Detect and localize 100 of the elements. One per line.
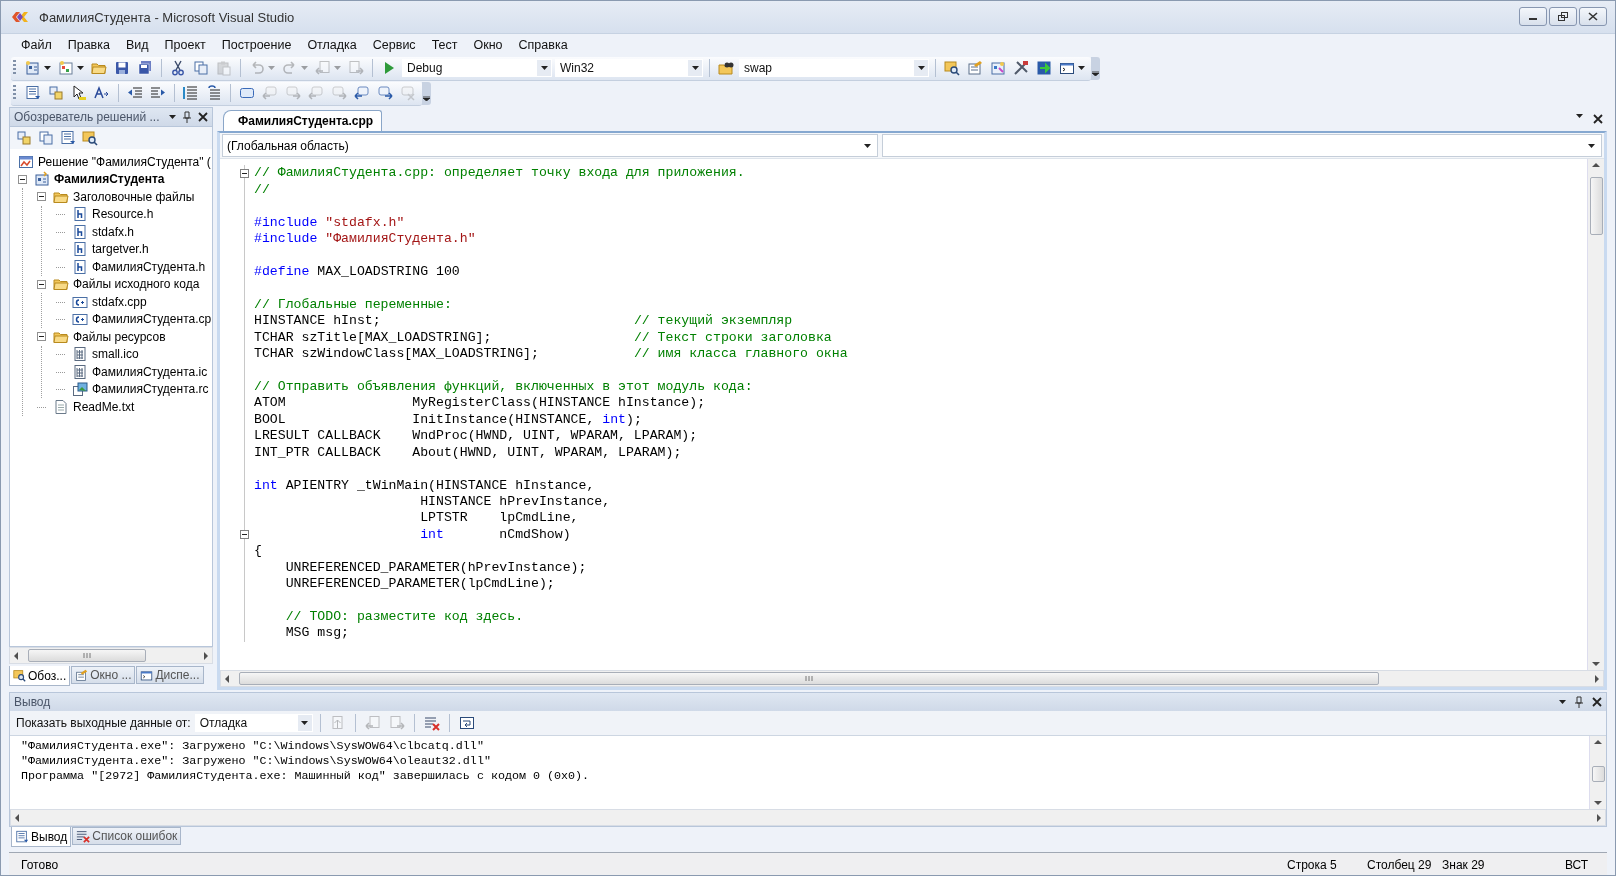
pane-tab[interactable]: Вывод bbox=[11, 827, 72, 847]
overflow-icon bbox=[1092, 71, 1099, 76]
dropdown-arrow-icon[interactable] bbox=[1576, 114, 1583, 118]
cut-icon[interactable] bbox=[170, 60, 186, 76]
add-item-icon[interactable] bbox=[58, 60, 74, 76]
pane-tab[interactable]: Окно ... bbox=[71, 666, 136, 684]
previous-bookmark-icon[interactable] bbox=[354, 85, 370, 101]
horizontal-scrollbar[interactable] bbox=[10, 809, 1606, 826]
pointer-icon[interactable] bbox=[71, 85, 87, 101]
word-wrap-icon[interactable] bbox=[458, 715, 475, 731]
menu-item[interactable]: Вид bbox=[117, 36, 157, 54]
menu-item[interactable]: Окно bbox=[465, 36, 511, 54]
tree-item[interactable]: Заголовочные файлы bbox=[72, 189, 196, 204]
menu-item[interactable]: Справка bbox=[510, 36, 576, 54]
caret-icon bbox=[301, 721, 309, 725]
tree-item[interactable]: Файлы ресурсов bbox=[72, 329, 167, 344]
tree-item[interactable]: small.ico bbox=[91, 347, 140, 362]
pin-icon[interactable] bbox=[182, 111, 192, 123]
tree-item[interactable]: ReadMe.txt bbox=[72, 399, 136, 414]
collapse-icon[interactable] bbox=[18, 174, 27, 184]
close-icon[interactable] bbox=[1593, 114, 1603, 124]
minimize-button[interactable] bbox=[1519, 7, 1547, 26]
code-line: ATOM MyRegisterClass(HINSTANCE hInstance); bbox=[254, 395, 706, 412]
tree-item[interactable]: Resource.h bbox=[91, 207, 155, 222]
pane-tab[interactable]: Диспе... bbox=[136, 666, 204, 684]
class-view-icon[interactable] bbox=[82, 130, 98, 146]
error-list-icon bbox=[76, 829, 91, 843]
bookmark-icon[interactable] bbox=[239, 85, 255, 101]
tree-item[interactable]: ФамилияСтудента.ic bbox=[91, 364, 209, 379]
new-project-icon[interactable] bbox=[25, 60, 41, 76]
close-icon[interactable] bbox=[1592, 697, 1602, 707]
save-all-icon[interactable] bbox=[137, 60, 153, 76]
vertical-scrollbar[interactable] bbox=[1587, 159, 1604, 670]
copy-icon[interactable] bbox=[193, 60, 209, 76]
scroll-thumb[interactable] bbox=[28, 649, 146, 662]
list-members-icon[interactable] bbox=[25, 85, 41, 101]
scope-dropdown[interactable]: (Глобальная область) bbox=[222, 134, 878, 157]
tools-icon[interactable] bbox=[1013, 60, 1029, 76]
font-size-icon[interactable] bbox=[94, 85, 110, 101]
dropdown-arrow-icon[interactable] bbox=[1559, 700, 1566, 704]
comment-icon[interactable] bbox=[183, 85, 199, 101]
search-icon[interactable] bbox=[944, 60, 960, 76]
close-icon[interactable] bbox=[198, 112, 208, 122]
collapse-icon[interactable] bbox=[240, 168, 249, 178]
menu-item[interactable]: Проект bbox=[156, 36, 214, 54]
toolbar-overflow-button[interactable] bbox=[1091, 57, 1100, 80]
collapse-icon[interactable] bbox=[37, 192, 46, 202]
collapse-icon[interactable] bbox=[240, 530, 249, 540]
clear-all-icon[interactable] bbox=[423, 715, 440, 731]
files-icon[interactable] bbox=[16, 130, 32, 146]
pane-tab[interactable]: Обоз... bbox=[9, 666, 71, 686]
find-in-files-icon[interactable] bbox=[718, 60, 734, 76]
next-bookmark-icon[interactable] bbox=[377, 85, 393, 101]
dropdown-arrow-icon[interactable] bbox=[1078, 66, 1085, 70]
dropdown-field[interactable]: Win32 bbox=[555, 59, 703, 77]
output-source-dropdown[interactable]: Отладка bbox=[194, 714, 313, 732]
scroll-thumb[interactable] bbox=[1589, 177, 1603, 235]
dropdown-field[interactable]: Debug bbox=[402, 59, 552, 77]
dropdown-arrow-icon[interactable] bbox=[169, 115, 176, 119]
parameter-info-icon[interactable] bbox=[48, 85, 64, 101]
dropdown-arrow-icon[interactable] bbox=[44, 66, 51, 70]
scroll-thumb[interactable] bbox=[1591, 766, 1605, 782]
tree-item[interactable]: targetver.h bbox=[91, 242, 150, 257]
dropdown-field[interactable]: swap bbox=[739, 59, 929, 77]
menu-item[interactable]: Отладка bbox=[299, 36, 365, 54]
horizontal-scrollbar[interactable] bbox=[9, 647, 213, 664]
menu-item[interactable]: Файл bbox=[13, 36, 60, 54]
view-code-icon[interactable] bbox=[60, 130, 76, 146]
tree-item[interactable]: ФамилияСтудента.h bbox=[91, 259, 207, 274]
open-folder-icon[interactable] bbox=[91, 60, 107, 76]
restore-button[interactable] bbox=[1549, 7, 1577, 26]
tree-item[interactable]: Файлы исходного кода bbox=[72, 277, 201, 292]
dropdown-arrow-icon[interactable] bbox=[77, 66, 84, 70]
horizontal-scrollbar[interactable] bbox=[220, 670, 1604, 687]
toolbar-overflow-button[interactable] bbox=[422, 82, 431, 105]
close-button[interactable] bbox=[1579, 7, 1607, 26]
collapse-icon[interactable] bbox=[37, 279, 46, 289]
menu-item[interactable]: Построение bbox=[213, 36, 300, 54]
menu-item[interactable]: Тест bbox=[423, 36, 466, 54]
show-all-files-icon[interactable] bbox=[38, 130, 54, 146]
uncomment-icon[interactable] bbox=[206, 85, 222, 101]
menu-item[interactable]: Сервис bbox=[364, 36, 424, 54]
pane-tab[interactable]: Список ошибок bbox=[72, 827, 182, 845]
menu-item[interactable]: Правка bbox=[59, 36, 118, 54]
tree-item[interactable]: ФамилияСтудента bbox=[53, 172, 166, 187]
save-icon[interactable] bbox=[114, 60, 130, 76]
tree-item[interactable]: ФамилияСтудента.rc bbox=[91, 382, 210, 397]
pin-icon[interactable] bbox=[1574, 696, 1584, 708]
document-tab[interactable]: ФамилияСтудента.срр bbox=[223, 110, 383, 131]
tree-item[interactable]: ФамилияСтудента.cp bbox=[91, 312, 212, 327]
vertical-scrollbar[interactable] bbox=[1589, 736, 1606, 809]
scroll-thumb[interactable] bbox=[239, 672, 1379, 685]
indent-icon[interactable] bbox=[150, 85, 166, 101]
collapse-icon[interactable] bbox=[37, 332, 46, 342]
tree-item[interactable]: stdafx.cpp bbox=[91, 294, 148, 309]
outdent-icon[interactable] bbox=[127, 85, 143, 101]
window-icon[interactable] bbox=[1059, 60, 1075, 76]
tree-item[interactable]: Решение "ФамилияСтудента" ( bbox=[37, 154, 212, 169]
tree-item[interactable]: stdafx.h bbox=[91, 224, 136, 239]
object-browser-icon[interactable] bbox=[990, 60, 1006, 76]
